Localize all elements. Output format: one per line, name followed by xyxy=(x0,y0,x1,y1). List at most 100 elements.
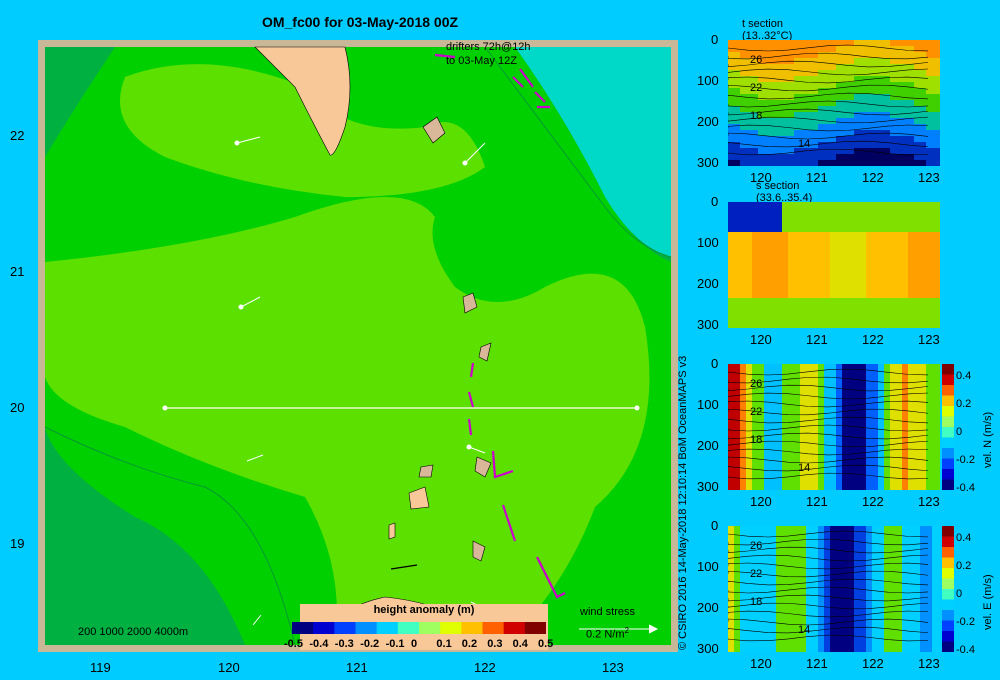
map-x-tick-label: 119 xyxy=(90,660,111,675)
contour-label: 14 xyxy=(798,138,811,150)
contour-label: 18 xyxy=(750,110,763,122)
section-y-tick-label: 200 xyxy=(697,114,719,129)
main-map xyxy=(38,40,678,652)
map-x-tick-label: 123 xyxy=(602,660,624,675)
colorbar-ticks: -0.5 -0.4 -0.3 -0.2 -0.1 0 0.1 0.2 0.3 0.4 0.5 xyxy=(280,638,560,652)
v-velocity-colorbar xyxy=(942,364,954,490)
velocity-cbar-tick: -0.4 xyxy=(956,482,975,494)
velocity-cbar-tick: 0.4 xyxy=(956,370,972,382)
colorbar-segment xyxy=(524,622,546,634)
section-x-tick-label: 122 xyxy=(862,332,884,347)
section-x-tick-label: 122 xyxy=(862,656,884,671)
contour-label: 14 xyxy=(798,462,811,474)
map-title: OM_fc00 for 03-May-2018 00Z xyxy=(261,14,459,30)
map-x-tick-label: 120 xyxy=(218,660,240,675)
depth-legend: 200 1000 2000 4000m xyxy=(78,626,189,638)
colorbar-segment xyxy=(419,622,441,634)
drifters-label: drifters 72h@12h xyxy=(446,41,531,53)
colorbar-segment xyxy=(503,622,526,634)
colorbar-segment xyxy=(376,622,399,634)
colorbar-tick-label: 0.1 xyxy=(436,638,452,650)
height-anomaly-colorbar xyxy=(292,622,546,634)
contour-label: 26 xyxy=(750,54,763,66)
island xyxy=(418,464,434,478)
section-y-tick-label: 0 xyxy=(711,518,719,533)
section-x-tick-label: 123 xyxy=(918,170,940,185)
colorbar-segment xyxy=(355,622,378,634)
section-y-tick-label: 300 xyxy=(697,317,719,332)
velocity-cbar-label: vel. E (m/s) xyxy=(982,574,994,630)
contour-label: 14 xyxy=(798,624,811,636)
section-x-tick-label: 121 xyxy=(806,494,828,509)
section-x-tick-label: 122 xyxy=(862,494,884,509)
colorbar-tick-label: 0.2 xyxy=(461,638,478,650)
velocity-cbar-label: vel. N (m/s) xyxy=(982,411,994,468)
map-x-axis: 119 120 121 122 123 xyxy=(38,660,678,676)
drifters-sub-label: to 03-May 12Z xyxy=(446,55,517,67)
section-y-tick-label: 200 xyxy=(697,438,719,453)
velocity-cbar-tick: -0.2 xyxy=(956,454,975,466)
section-x-tick-label: 121 xyxy=(806,332,828,347)
colorbar-segment xyxy=(292,622,314,634)
section-y-tick-label: 300 xyxy=(697,479,719,494)
contour-label: 26 xyxy=(750,540,763,552)
contour-label: 22 xyxy=(750,82,763,94)
section-y-tick-label: 0 xyxy=(711,32,719,47)
s-section-plot xyxy=(728,202,940,328)
colorbar-tick-label: -0.5 xyxy=(284,638,303,650)
section-y-tick-label: 100 xyxy=(697,73,719,88)
section-x-tick-label: 123 xyxy=(918,656,940,671)
colorbar-tick-label: 0 xyxy=(411,638,418,650)
map-x-tick-label: 122 xyxy=(474,660,496,675)
section-x-tick-label: 123 xyxy=(918,494,940,509)
contour-label: 22 xyxy=(750,406,763,418)
colorbar-tick-label: -0.3 xyxy=(334,638,354,650)
section-y-tick-label: 300 xyxy=(697,155,719,170)
colorbar-tick-label: -0.4 xyxy=(309,638,329,650)
velocity-cbar-tick: -0.2 xyxy=(956,616,975,628)
section-x-tick-label: 120 xyxy=(750,332,772,347)
velocity-cbar-tick: 0.2 xyxy=(956,560,972,572)
section-y-tick-label: 100 xyxy=(697,559,719,574)
contour-label: 26 xyxy=(750,378,763,390)
map-y-tick-label: 19 xyxy=(10,536,25,551)
u-velocity-colorbar xyxy=(942,526,954,652)
map-y-tick-label: 20 xyxy=(10,400,25,415)
section-y-tick-label: 300 xyxy=(697,641,719,656)
velocity-cbar-tick: 0 xyxy=(956,588,963,600)
colorbar-segment xyxy=(334,622,356,634)
velocity-cbar-tick: 0 xyxy=(956,426,963,438)
colorbar-segment xyxy=(313,622,335,634)
colorbar-segment xyxy=(440,622,462,634)
wind-stress-value: 0.2 N/m2 xyxy=(586,626,629,641)
velocity-cbar-tick: -0.4 xyxy=(956,644,975,656)
contour-label: 22 xyxy=(750,568,763,580)
section-x-tick-label: 123 xyxy=(918,332,940,347)
map-y-tick-label: 22 xyxy=(10,128,25,143)
map-y-axis: 22 21 20 19 xyxy=(0,40,36,652)
colorbar-tick-label: 0.3 xyxy=(487,638,503,650)
section-y-tick-label: 0 xyxy=(711,356,719,371)
map-y-tick-label: 21 xyxy=(10,264,25,279)
section-x-tick-label: 120 xyxy=(750,656,772,671)
wind-stress-label: wind stress xyxy=(580,606,636,618)
colorbar-segment xyxy=(397,622,420,634)
colorbar-segment xyxy=(482,622,505,634)
section-y-tick-label: 0 xyxy=(711,194,719,209)
colorbar-label: height anomaly (m) xyxy=(373,604,475,616)
contour-label: 18 xyxy=(750,596,763,608)
velocity-cbar-tick: 0.2 xyxy=(956,398,972,410)
contour-label: 18 xyxy=(750,434,763,446)
section-x-tick-label: 120 xyxy=(750,494,772,509)
colorbar-segment xyxy=(461,622,483,634)
section-y-tick-label: 200 xyxy=(697,276,719,291)
colorbar-tick-label: -0.1 xyxy=(385,638,405,650)
colorbar-tick-label: -0.2 xyxy=(360,638,380,650)
section-x-tick-label: 122 xyxy=(862,170,884,185)
section-y-tick-label: 100 xyxy=(697,397,719,412)
colorbar-tick-label: 0.4 xyxy=(512,638,528,650)
section-x-tick-label: 121 xyxy=(806,656,828,671)
island xyxy=(388,522,396,540)
section-y-tick-label: 200 xyxy=(697,600,719,615)
map-x-tick-label: 121 xyxy=(346,660,368,675)
